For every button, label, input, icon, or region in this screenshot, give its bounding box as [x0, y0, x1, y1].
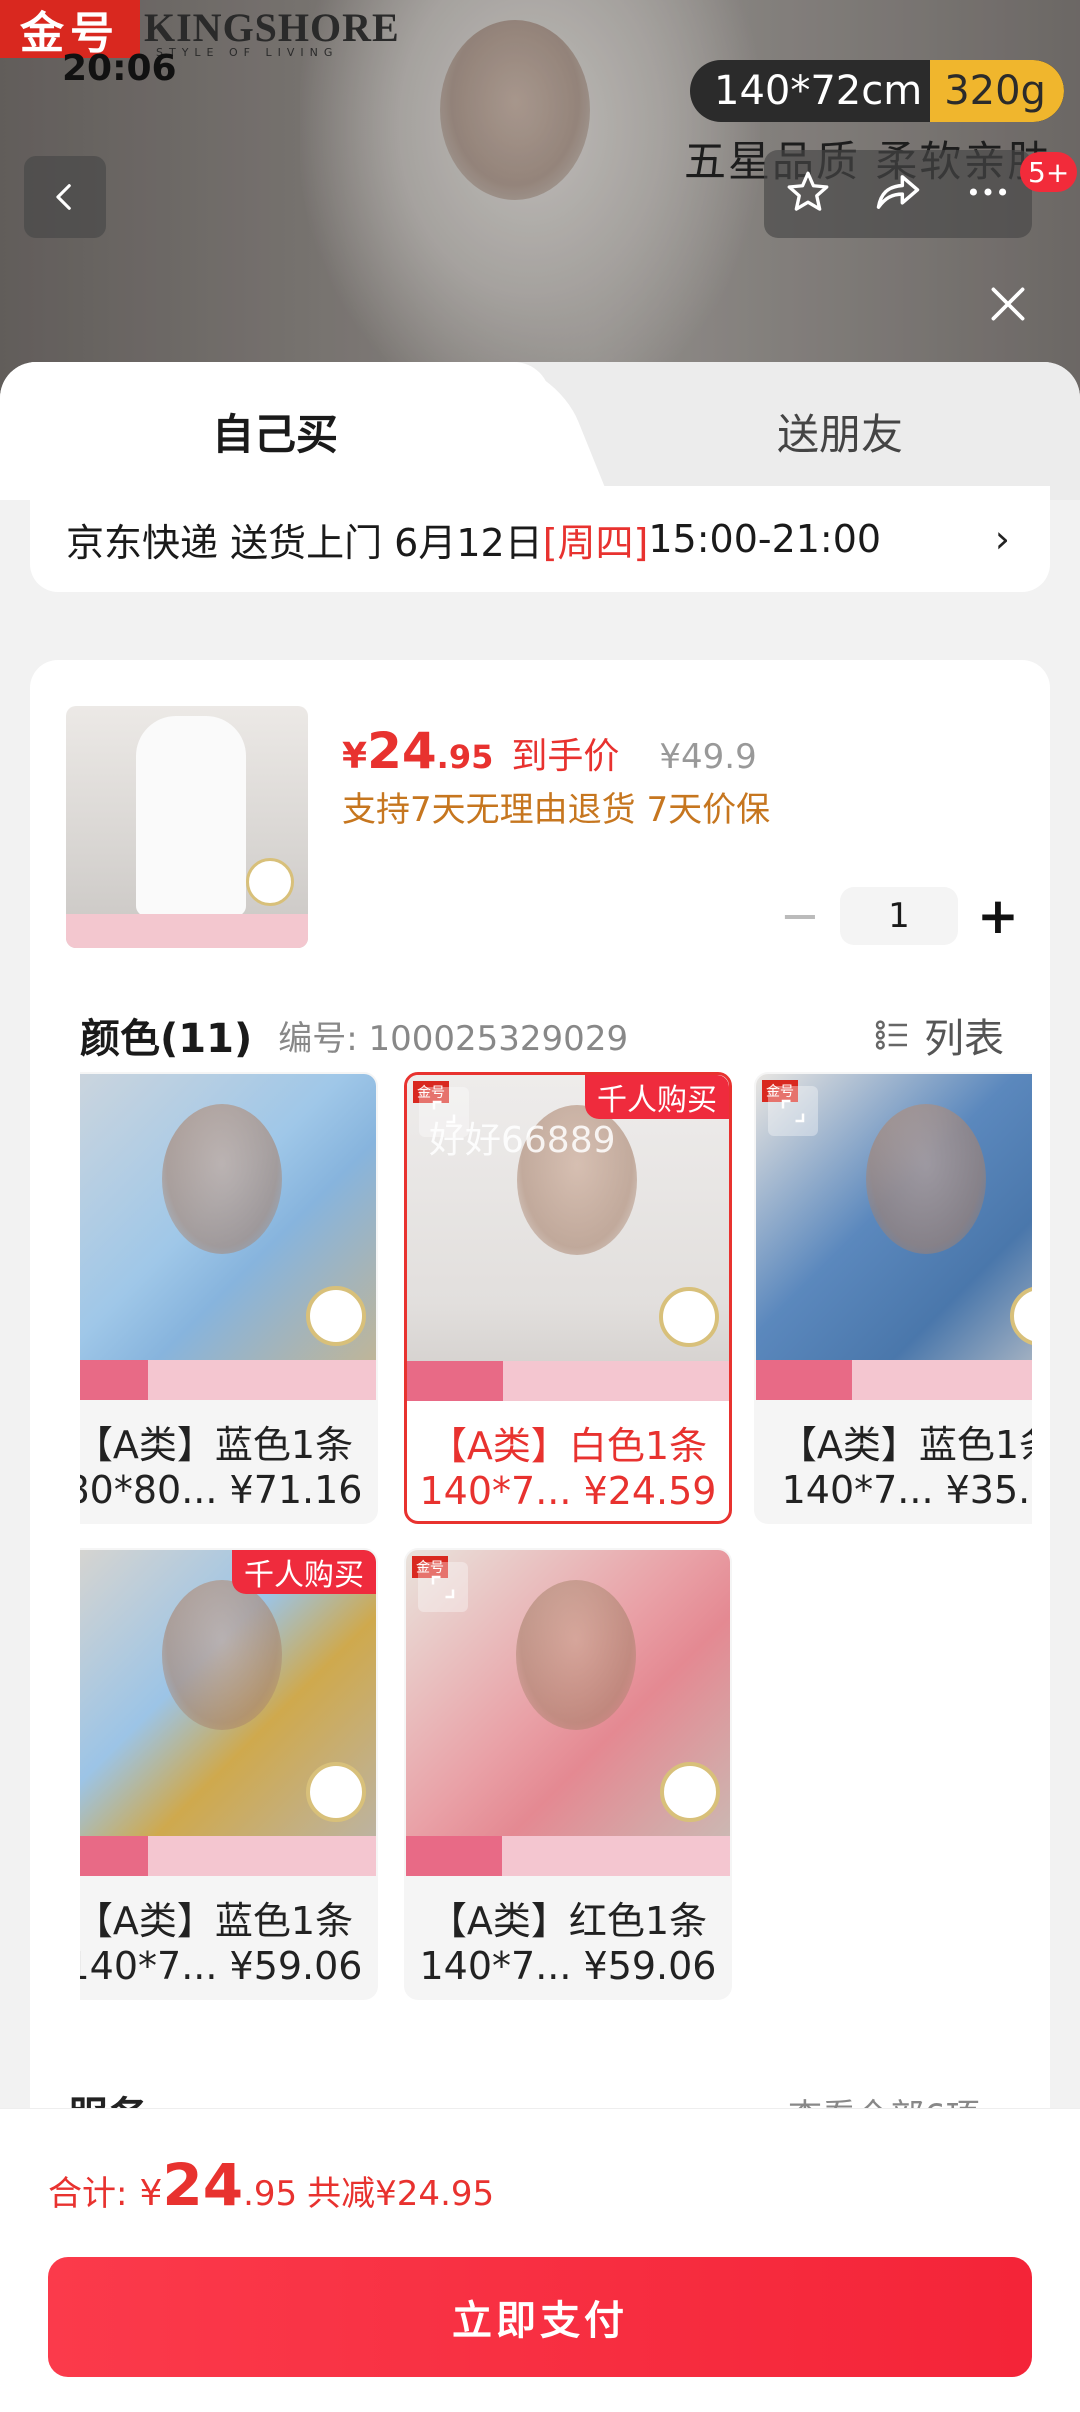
favorite-button[interactable]	[783, 167, 833, 221]
delivery-time: 15:00-21:00	[648, 517, 882, 561]
close-button[interactable]	[974, 270, 1042, 338]
total-discount: 共减¥24.95	[307, 2174, 495, 2214]
size-pill: 140*72cm 320g	[690, 60, 1064, 122]
brand-subtitle: STYLE OF LIVING	[156, 46, 339, 59]
top-actions	[764, 150, 1032, 238]
color-option-price: 140*7... ¥59.06	[419, 1944, 717, 1988]
star-icon	[787, 171, 829, 211]
delivery-weekday: [周四]	[542, 520, 649, 565]
quantity-minus-button[interactable]: −	[770, 886, 830, 946]
total-decimal: .95	[243, 2174, 298, 2214]
promo-strip	[80, 1836, 376, 1876]
final-price-label: 到手价	[511, 736, 620, 777]
chevron-right-icon: ›	[994, 517, 1010, 561]
color-option-name: 【A类】蓝色1条	[80, 1899, 354, 1943]
list-icon	[875, 1020, 907, 1050]
back-button[interactable]	[24, 156, 106, 238]
total-currency: ¥	[139, 2173, 163, 2214]
color-option-name: 【A类】白色1条	[428, 1424, 708, 1468]
status-time: 20:06	[62, 48, 177, 89]
expand-button[interactable]	[418, 1562, 468, 1612]
color-options-grid: 【A类】蓝色1条 80*80... ¥71.16 金号 好好66889 千人购买…	[80, 1072, 1032, 2032]
delivery-row[interactable]: 京东快递 送货上门 6月12日 [周四] 15:00-21:00 ›	[30, 486, 1050, 592]
tab-self-buy[interactable]: 自己买	[0, 362, 550, 500]
model-figure	[162, 1580, 282, 1730]
watermark-text: 好好66889	[429, 1120, 616, 1161]
color-option[interactable]: 千人购买 【A类】蓝色1条 140*7... ¥59.06	[80, 1548, 378, 2000]
back-arrow-icon	[56, 184, 71, 210]
checkout-bar: 合计: ¥ 24 .95 共减¥24.95 立即支付	[0, 2108, 1080, 2412]
sku-number: 编号: 100025329029	[278, 1018, 629, 1059]
original-price: ¥49.9	[659, 737, 757, 777]
return-policy: 支持7天无理由退货 7天价保	[342, 790, 771, 830]
purchase-tabs: 自己买 送朋友	[0, 362, 1080, 500]
promo-strip	[756, 1360, 1032, 1400]
cotton-seal	[659, 1287, 719, 1347]
color-option-selected[interactable]: 金号 好好66889 千人购买 【A类】白色1条 140*7... ¥24.59	[404, 1072, 732, 1524]
color-option-image	[80, 1074, 376, 1400]
thumbnail-cotton-seal	[246, 858, 294, 906]
tab-self-buy-label: 自己买	[211, 409, 338, 459]
expand-button[interactable]	[768, 1086, 818, 1136]
purchase-sheet: 自己买 送朋友 京东快递 送货上门 6月12日 [周四] 15:00-21:00…	[0, 362, 1080, 2412]
cotton-seal	[306, 1762, 366, 1822]
model-figure	[516, 1580, 636, 1730]
color-option-price: 140*7... ¥24.59	[419, 1469, 717, 1513]
final-price: ¥24.95	[342, 722, 494, 780]
thumbnail-promo-strip	[66, 914, 308, 948]
color-title: 颜色(11)	[80, 1016, 253, 1062]
color-option-image: 金号	[756, 1074, 1032, 1400]
thumbnail-towel	[136, 716, 246, 916]
color-option-price: 140*7... ¥59.06	[80, 1944, 363, 1988]
expand-icon	[781, 1099, 805, 1123]
product-card: ¥24.95 到手价 ¥49.9 支持7天无理由退货 7天价保 − 1 + 颜色…	[30, 660, 1050, 2160]
color-option-price: 140*7... ¥35.2	[781, 1468, 1032, 1512]
total-integer: 24	[162, 2151, 244, 2219]
color-option-image	[80, 1550, 376, 1876]
cotton-seal	[306, 1286, 366, 1346]
color-section-header: 颜色(11) 编号: 100025329029 列表	[80, 1006, 1004, 1064]
model-figure	[866, 1104, 986, 1254]
price-line: ¥24.95 到手价 ¥49.9	[342, 722, 757, 780]
color-option[interactable]: 金号 【A类】红色1条 140*7... ¥59.06	[404, 1548, 732, 2000]
cotton-seal	[1010, 1286, 1032, 1346]
more-button[interactable]	[963, 167, 1013, 221]
cotton-seal	[660, 1762, 720, 1822]
color-option-image: 金号	[406, 1550, 730, 1876]
total-label: 合计:	[48, 2174, 128, 2214]
share-button[interactable]	[872, 166, 924, 222]
pay-now-button[interactable]: 立即支付	[48, 2257, 1032, 2377]
color-option-name: 【A类】红色1条	[428, 1899, 708, 1943]
color-option-name: 【A类】蓝色1条	[80, 1423, 354, 1467]
message-count-badge: 5+	[1020, 152, 1078, 192]
color-option[interactable]: 【A类】蓝色1条 80*80... ¥71.16	[80, 1072, 378, 1524]
tab-gift-friend[interactable]: 送朋友	[600, 362, 1080, 500]
hot-badge: 千人购买	[232, 1550, 376, 1594]
product-thumbnail[interactable]	[66, 706, 308, 948]
color-option[interactable]: 金号 【A类】蓝色1条 140*7... ¥35.2	[754, 1072, 1032, 1524]
brand-name: KINGSHORE	[144, 5, 400, 50]
color-option-name: 【A类】蓝色1条	[778, 1423, 1032, 1467]
total-price: 合计: ¥ 24 .95 共减¥24.95	[48, 2151, 494, 2219]
weight-label: 320g	[930, 60, 1064, 122]
color-option-price: 80*80... ¥71.16	[80, 1468, 363, 1512]
size-label: 140*72cm	[714, 68, 923, 114]
delivery-prefix: 京东快递 送货上门 6月12日	[66, 520, 543, 565]
promo-strip	[406, 1836, 730, 1876]
promo-strip	[80, 1360, 376, 1400]
promo-strip	[407, 1361, 729, 1401]
quantity-stepper: − 1 +	[770, 886, 1028, 946]
model-figure	[162, 1104, 282, 1254]
list-view-label: 列表	[924, 1016, 1004, 1062]
expand-icon	[431, 1575, 455, 1599]
list-view-button[interactable]: 列表	[872, 1006, 1004, 1064]
quantity-value[interactable]: 1	[840, 887, 958, 945]
share-icon	[876, 175, 920, 209]
quantity-plus-button[interactable]: +	[968, 886, 1028, 946]
close-icon	[991, 287, 1025, 321]
more-icon	[969, 188, 1006, 196]
